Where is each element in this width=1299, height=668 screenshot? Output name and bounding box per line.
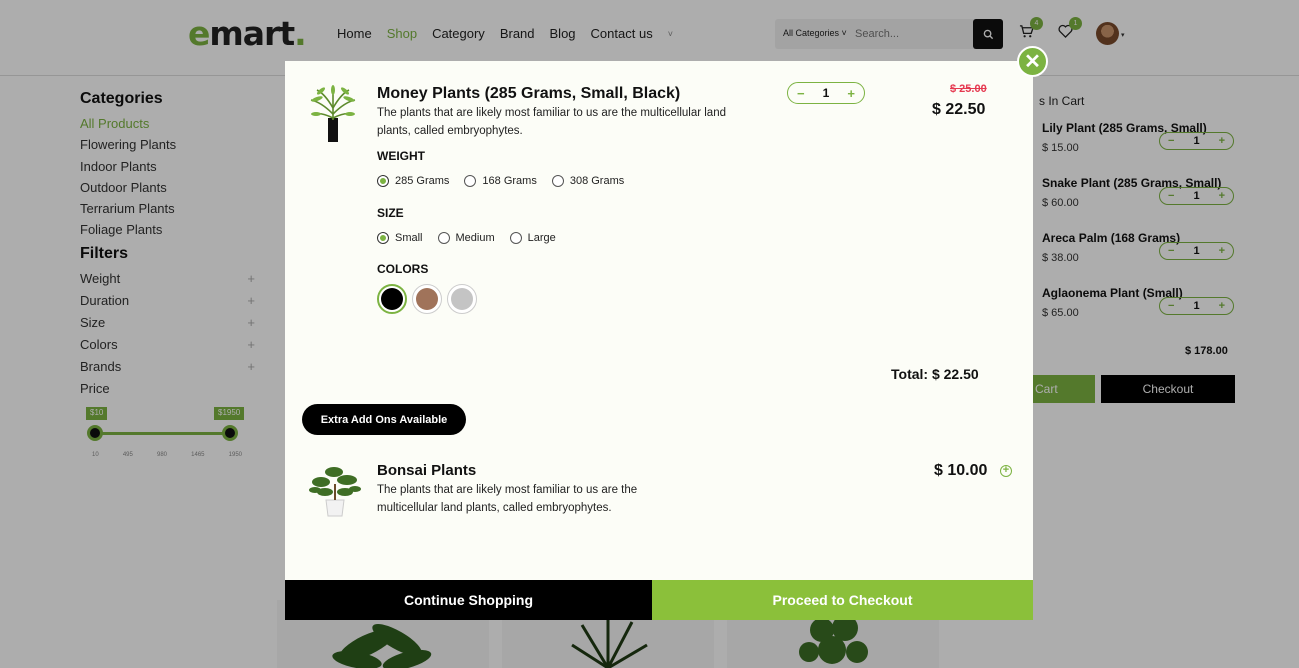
- size-options: Small Medium Large: [377, 232, 556, 244]
- continue-shopping-button[interactable]: Continue Shopping: [285, 580, 652, 620]
- weight-option-168[interactable]: 168 Grams: [464, 175, 537, 187]
- radio-selected-icon: [377, 175, 389, 187]
- product-price: $ 22.50: [932, 101, 986, 118]
- old-price: $ 25.00: [950, 83, 987, 95]
- product-description: The plants that are likely most familiar…: [377, 107, 726, 137]
- color-swatch-black[interactable]: [377, 284, 407, 314]
- radio-icon: [464, 175, 477, 187]
- product-image: [307, 84, 359, 144]
- size-option-large[interactable]: Large: [509, 232, 556, 244]
- weight-option-285[interactable]: 285 Grams: [377, 175, 449, 187]
- minus-icon[interactable]: −: [797, 86, 805, 101]
- radio-icon: [437, 232, 450, 244]
- product-name: Money Plants (285 Grams, Small, Black): [377, 85, 681, 102]
- size-option-medium[interactable]: Medium: [437, 232, 495, 244]
- size-label: SIZE: [377, 206, 404, 220]
- addon-price: $ 10.00: [934, 462, 988, 479]
- extra-addons-badge: Extra Add Ons Available: [302, 404, 466, 435]
- quick-view-modal: Money Plants (285 Grams, Small, Black) T…: [285, 61, 1033, 620]
- weight-option-308[interactable]: 308 Grams: [551, 175, 624, 187]
- addon-name: Bonsai Plants: [377, 462, 477, 479]
- total-price: Total: $ 22.50: [891, 366, 979, 382]
- color-swatches: [377, 284, 477, 314]
- add-addon-icon[interactable]: +: [1000, 465, 1012, 477]
- radio-icon: [509, 232, 522, 244]
- radio-selected-icon: [377, 232, 389, 244]
- color-swatch-brown[interactable]: [412, 284, 442, 314]
- radio-icon: [551, 175, 564, 187]
- color-swatch-gray[interactable]: [447, 284, 477, 314]
- quantity-value[interactable]: 1: [823, 86, 830, 100]
- proceed-to-checkout-button[interactable]: Proceed to Checkout: [652, 580, 1033, 620]
- close-icon[interactable]: ✕: [1017, 46, 1048, 77]
- addon-image: [307, 462, 363, 520]
- size-option-small[interactable]: Small: [377, 232, 423, 244]
- weight-options: 285 Grams 168 Grams 308 Grams: [377, 175, 624, 187]
- addon-description: The plants that are likely most familiar…: [377, 484, 638, 514]
- colors-label: COLORS: [377, 262, 429, 276]
- weight-label: WEIGHT: [377, 149, 425, 163]
- quantity-stepper: − 1 +: [787, 82, 865, 104]
- plus-icon[interactable]: +: [847, 86, 855, 101]
